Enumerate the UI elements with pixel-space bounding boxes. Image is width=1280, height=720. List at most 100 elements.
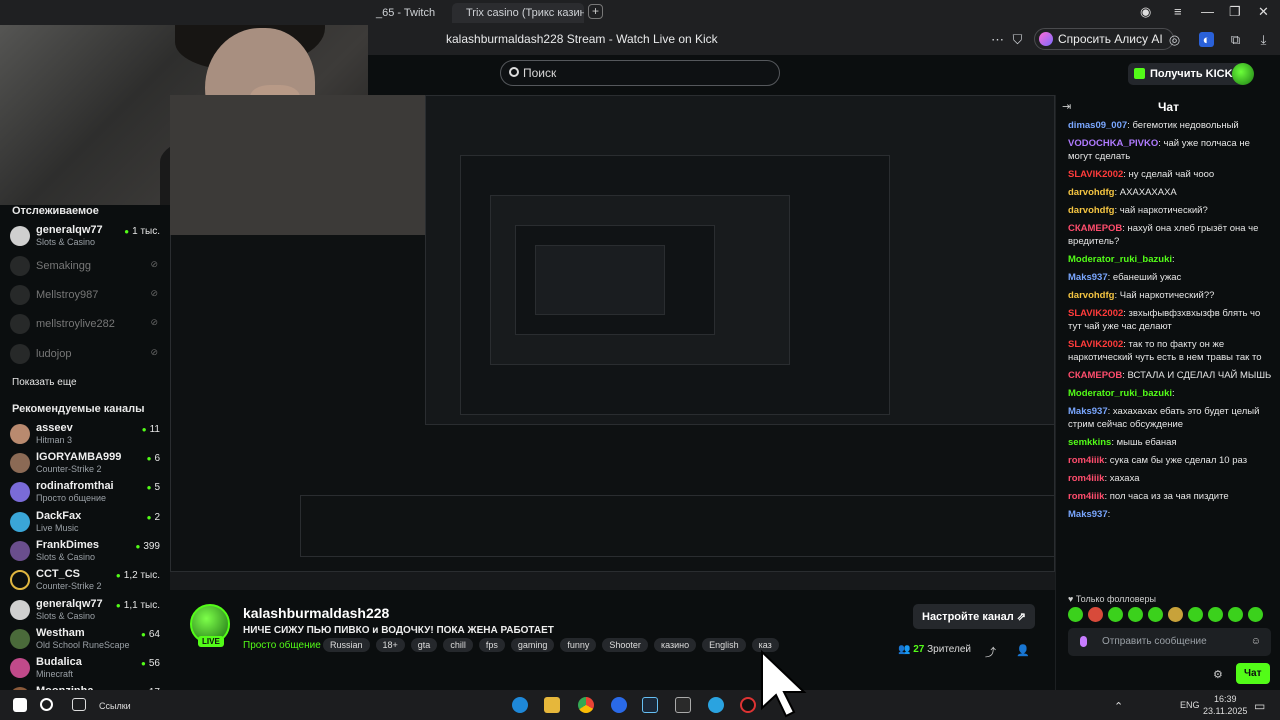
epic-games-icon[interactable] xyxy=(675,697,691,713)
obs-icon[interactable] xyxy=(740,697,756,713)
channel-category: Live Music xyxy=(36,523,79,533)
chat-username[interactable]: SLAVIK2002 xyxy=(1068,169,1123,180)
sidebar-item-generalqw77-rec[interactable]: generalqw77 Slots & Casino 1,1 тыс. xyxy=(10,597,162,625)
sidebar-item-igoryamba999[interactable]: IGORYAMBA999 Counter-Strike 2 6 xyxy=(10,450,162,478)
sidebar-item-frankdimes[interactable]: FrankDimes Slots & Casino 399 xyxy=(10,538,162,566)
chat-username[interactable]: rom4iiik xyxy=(1068,491,1104,502)
emote-icon[interactable] xyxy=(1128,607,1143,622)
tag[interactable]: 18+ xyxy=(375,638,405,652)
sidebar-item-westham[interactable]: Westham Old School RuneScape 64 xyxy=(10,626,162,654)
tray-chevron-icon[interactable]: ⌃ xyxy=(1114,700,1123,713)
chat-username[interactable]: Maks937 xyxy=(1068,406,1108,417)
profile-icon[interactable]: ◉ xyxy=(1140,4,1151,20)
globe-icon[interactable]: ◎ xyxy=(1167,32,1182,47)
windows-start-icon[interactable] xyxy=(13,698,27,712)
steam-icon[interactable] xyxy=(642,697,658,713)
chat-username[interactable]: СКАМЕРОВ xyxy=(1068,223,1122,234)
tab-twitch[interactable]: _65 - Twitch xyxy=(368,3,450,23)
download-icon[interactable]: ⤓ xyxy=(1256,32,1271,47)
sidebar-item-mellstroy987[interactable]: Mellstroy987 ⊘ xyxy=(10,282,162,310)
close-icon[interactable]: ✕ xyxy=(1258,4,1269,20)
chat-username[interactable]: SLAVIK2002 xyxy=(1068,308,1123,319)
sidebar-item-budalica[interactable]: Budalica Minecraft 56 xyxy=(10,655,162,683)
chat-username[interactable]: rom4iiik xyxy=(1068,473,1104,484)
clock-date[interactable]: 23.11.2025 xyxy=(1203,706,1247,716)
sidebar-item-cct-cs[interactable]: CCT_CS Counter-Strike 2 1,2 тыс. xyxy=(10,567,162,595)
get-kicks-button[interactable]: Получить KICKs xyxy=(1128,63,1247,85)
edge-icon[interactable] xyxy=(512,697,528,713)
chat-username[interactable]: Moderator_ruki_bazuki xyxy=(1068,254,1172,265)
tag[interactable]: Russian xyxy=(323,638,370,652)
ask-alisa-button[interactable]: Спросить Алису AI xyxy=(1034,28,1174,50)
search-input[interactable]: Поиск xyxy=(500,60,780,86)
tag[interactable]: Shooter xyxy=(602,638,648,652)
chat-username[interactable]: Maks937 xyxy=(1068,272,1108,283)
telegram-icon[interactable] xyxy=(708,697,724,713)
emote-icon[interactable] xyxy=(1148,607,1163,622)
emote-icon[interactable] xyxy=(1108,607,1123,622)
tag[interactable]: gta xyxy=(410,638,438,652)
bookmark-icon[interactable]: ⛉ xyxy=(1010,32,1025,47)
show-more-link[interactable]: Показать еще xyxy=(12,377,77,388)
sidebar-item-rodinafromthai[interactable]: rodinafromthai Просто общение 5 xyxy=(10,479,162,507)
clock-time[interactable]: 16:39 xyxy=(1214,694,1237,704)
file-explorer-icon[interactable] xyxy=(544,697,560,713)
emote-icon[interactable] xyxy=(1188,607,1203,622)
chat-username[interactable]: Maks937 xyxy=(1068,509,1108,520)
bell-icon[interactable]: ≡ xyxy=(1174,4,1182,19)
notification-icon[interactable]: ▭ xyxy=(1254,699,1265,713)
stream-category[interactable]: Просто общение xyxy=(243,640,321,651)
taskbar-links-label[interactable]: Ссылки xyxy=(99,701,131,711)
maximize-icon[interactable]: ❐ xyxy=(1229,4,1241,20)
sidebar-item-dackfax[interactable]: DackFax Live Music 2 xyxy=(10,509,162,537)
send-chat-button[interactable]: Чат xyxy=(1236,663,1270,684)
tag[interactable]: chill xyxy=(443,638,473,652)
sidebar-item-ludojop[interactable]: ludojop ⊘ xyxy=(10,341,162,369)
chat-username[interactable]: darvohdfg xyxy=(1068,205,1114,216)
user-avatar[interactable] xyxy=(1232,63,1254,85)
new-tab-button[interactable]: + xyxy=(588,4,603,19)
setup-channel-button[interactable]: Настройте канал ⇗ xyxy=(913,604,1035,629)
emote-icon[interactable] xyxy=(1208,607,1223,622)
sidebar-item-semakingg[interactable]: Semakingg ⊘ xyxy=(10,253,162,281)
chat-username[interactable]: SLAVIK2002 xyxy=(1068,339,1123,350)
emote-icon[interactable] xyxy=(1248,607,1263,622)
tag[interactable]: fps xyxy=(478,638,505,652)
chat-username[interactable]: СКАМЕРОВ xyxy=(1068,370,1122,381)
chat-username[interactable]: Moderator_ruki_bazuki xyxy=(1068,388,1172,399)
collections-icon[interactable]: ⧉ xyxy=(1228,32,1243,47)
chat-settings-gear-icon[interactable]: ⚙ xyxy=(1213,668,1223,681)
stream-video-player[interactable] xyxy=(170,95,1055,590)
streamer-name[interactable]: kalashburmaldash228 xyxy=(243,605,389,621)
sidebar-item-asseev[interactable]: asseev Hitman 3 11 xyxy=(10,421,162,449)
minimize-icon[interactable]: — xyxy=(1201,4,1214,19)
chat-username[interactable]: rom4iiik xyxy=(1068,455,1104,466)
tag[interactable]: gaming xyxy=(510,638,555,652)
sidebar-item-mellstroylive282[interactable]: mellstroylive282 ⊘ xyxy=(10,311,162,339)
tag[interactable]: English xyxy=(702,638,746,652)
share-icon[interactable]: ⤴ xyxy=(985,644,996,660)
chat-username[interactable]: darvohdfg xyxy=(1068,290,1114,301)
chat-username[interactable]: VODOCHKA_PIVKO xyxy=(1068,138,1158,149)
extension-icon[interactable]: ◐ xyxy=(1199,32,1214,47)
chat-username[interactable]: darvohdfg xyxy=(1068,187,1114,198)
more-icon[interactable]: ⋯ xyxy=(990,32,1005,47)
tab-trix-casino[interactable]: Trix casino (Трикс казино... xyxy=(452,3,584,23)
chat-username[interactable]: semkkins xyxy=(1068,437,1111,448)
follow-icon[interactable]: 👤 xyxy=(1016,644,1030,657)
emote-icon[interactable] xyxy=(1168,607,1183,622)
emoji-icon[interactable]: ☺ xyxy=(1251,628,1261,656)
search-icon[interactable] xyxy=(40,698,53,711)
emote-icon[interactable] xyxy=(1228,607,1243,622)
emote-icon[interactable] xyxy=(1068,607,1083,622)
chrome-icon[interactable] xyxy=(578,697,594,713)
tag[interactable]: казино xyxy=(653,638,697,652)
chat-message-input[interactable]: Отправить сообщение ☺ xyxy=(1068,628,1271,656)
emote-icon[interactable] xyxy=(1088,607,1103,622)
task-view-icon[interactable] xyxy=(72,698,86,711)
tag[interactable]: funny xyxy=(560,638,597,652)
chat-username[interactable]: dimas09_007 xyxy=(1068,120,1127,131)
yandex-browser-icon[interactable] xyxy=(611,697,627,713)
language-indicator[interactable]: ENG xyxy=(1180,700,1200,710)
sidebar-item-generalqw77[interactable]: generalqw77 Slots & Casino 1 тыс. xyxy=(10,223,162,251)
